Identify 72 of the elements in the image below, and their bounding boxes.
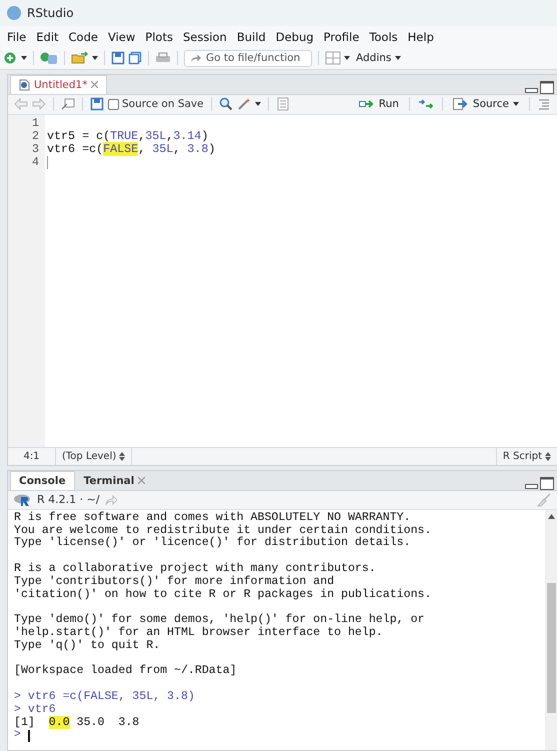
console-prompt-text: > bbox=[14, 729, 21, 742]
rerun-icon[interactable] bbox=[416, 97, 435, 112]
scope-selector[interactable]: (Top Level) bbox=[56, 448, 132, 465]
line-number: 3 bbox=[30, 142, 40, 156]
source-on-save-checkbox[interactable]: Source on Save bbox=[108, 98, 204, 110]
console-command-text: > vtr6 =c(FALSE, 35L, 3.8) bbox=[14, 690, 195, 704]
line-number: 2 bbox=[30, 130, 40, 143]
menu-item[interactable]: Code bbox=[64, 30, 103, 44]
close-icon[interactable] bbox=[91, 81, 98, 88]
r-version: R 4.2.1 · ~/ bbox=[37, 493, 100, 506]
caret-icon[interactable] bbox=[92, 56, 98, 60]
menu-item[interactable]: Build bbox=[232, 30, 271, 44]
run-button[interactable]: Run bbox=[356, 95, 402, 114]
menu-item[interactable]: View bbox=[102, 30, 140, 44]
console-output: R is a collaborative project with many contributors. bbox=[14, 562, 376, 576]
scroll-up-arrow-icon[interactable] bbox=[548, 514, 554, 519]
save-all-icon[interactable] bbox=[128, 51, 142, 66]
r-file-icon bbox=[19, 78, 30, 91]
console-output: [1] 0.0 35.0 3.8 bbox=[14, 716, 140, 730]
console-output: 'help.start()' for an HTML browser interface to help. bbox=[14, 626, 383, 640]
menu-item[interactable]: Session bbox=[178, 30, 232, 44]
caret-icon[interactable] bbox=[395, 56, 402, 60]
save-icon[interactable] bbox=[90, 97, 104, 112]
console-output: [Workspace loaded from ~/.RData] bbox=[14, 665, 237, 678]
code-line: vtr5 = c(TRUE,35L,3.14) bbox=[47, 130, 208, 143]
menu-item[interactable]: Debug bbox=[270, 30, 319, 44]
maximize-icon[interactable] bbox=[540, 476, 554, 490]
menu-item[interactable]: Profile bbox=[318, 30, 364, 44]
arrow-icon bbox=[358, 99, 375, 110]
new-window-icon[interactable] bbox=[61, 97, 75, 112]
console-output: R is free software and comes with ABSOLUTELY NO WARRANTY. bbox=[14, 512, 411, 524]
file-type-selector[interactable]: R Script bbox=[496, 448, 557, 465]
line-number: 1 bbox=[30, 116, 40, 130]
caret-icon[interactable] bbox=[254, 102, 261, 106]
console-output: Type 'contributors()' for more information and bbox=[14, 576, 334, 588]
search-icon[interactable] bbox=[218, 97, 233, 112]
arrow-icon bbox=[190, 53, 201, 64]
up-down-icon[interactable] bbox=[545, 452, 551, 461]
tab-label: Untitled1* bbox=[34, 78, 88, 91]
code-line: vtr6 =c(FALSE, 35L, 3.8) bbox=[47, 142, 216, 156]
text-cursor bbox=[28, 730, 30, 742]
caret-icon[interactable] bbox=[344, 56, 350, 60]
caret-icon[interactable] bbox=[21, 56, 27, 60]
maximize-icon[interactable] bbox=[540, 80, 554, 94]
cursor-position: 4:1 bbox=[23, 450, 40, 462]
line-number: 4 bbox=[30, 156, 40, 169]
console-output: 'citation()' on how to cite R or R packages in publications. bbox=[14, 588, 432, 602]
window-title: RStudio bbox=[27, 6, 74, 20]
list-icon[interactable] bbox=[276, 97, 290, 112]
menu-item[interactable]: Plots bbox=[140, 30, 178, 44]
source-button[interactable]: Source bbox=[450, 95, 522, 114]
console-command-text: > vtr6 bbox=[14, 704, 56, 716]
menu-item[interactable]: File bbox=[2, 30, 32, 44]
console-output: Type 'demo()' for some demos, 'help()' for on-line help, or bbox=[14, 614, 424, 626]
addins-button[interactable]: Addins bbox=[353, 49, 404, 68]
go-to-file-field[interactable]: Go to file/function bbox=[184, 50, 312, 67]
console-output: Type 'license()' or 'licence()' for distribution details. bbox=[14, 537, 411, 550]
menu-item[interactable]: Tools bbox=[364, 30, 403, 44]
up-down-icon[interactable] bbox=[119, 452, 126, 461]
scrollbar[interactable] bbox=[545, 510, 557, 750]
save-icon[interactable] bbox=[111, 51, 125, 66]
console-output: You are welcome to redistribute it under certain conditions. bbox=[14, 524, 432, 537]
caret-icon[interactable] bbox=[513, 102, 519, 106]
menu-item[interactable]: Help bbox=[402, 30, 439, 44]
console-output: Type 'q()' to quit R. bbox=[14, 640, 160, 653]
outline-icon[interactable] bbox=[537, 97, 551, 112]
close-icon[interactable] bbox=[138, 477, 146, 484]
console-tab[interactable]: Console bbox=[10, 470, 75, 490]
arrow-icon bbox=[452, 98, 469, 110]
new-project-icon[interactable] bbox=[40, 51, 58, 66]
menu-item[interactable]: Edit bbox=[31, 30, 64, 44]
editor-tab[interactable]: Untitled1* bbox=[10, 74, 108, 94]
